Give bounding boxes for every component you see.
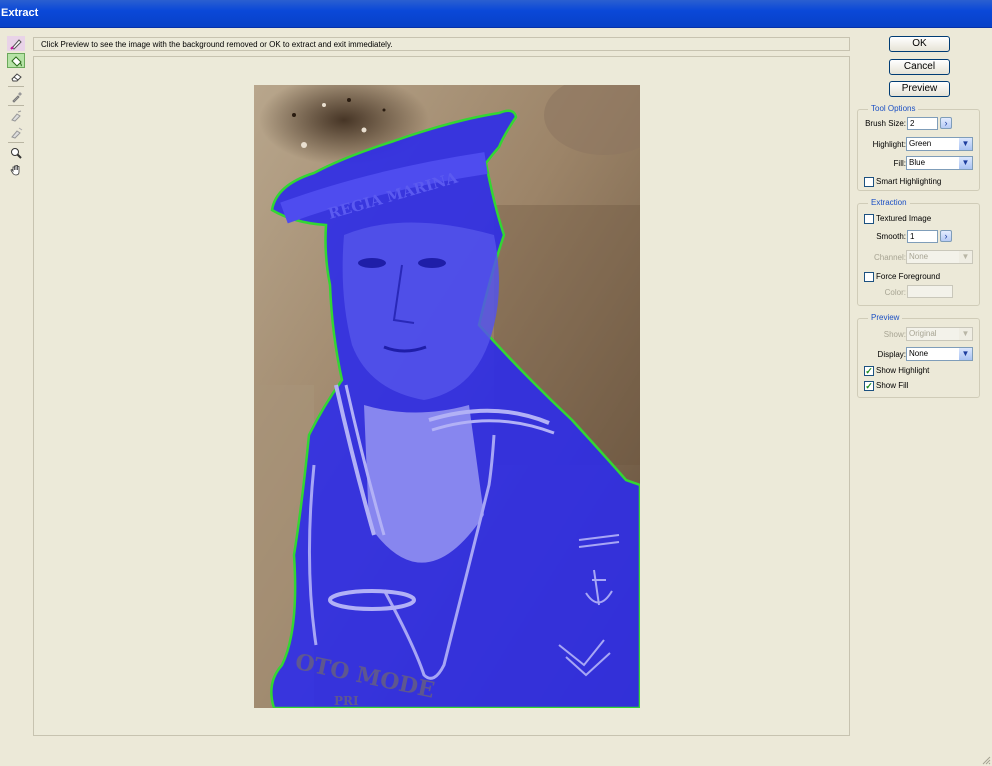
show-value: Original	[909, 329, 937, 338]
preview-canvas[interactable]: REGIA MARINA OTO MODE PRI	[33, 56, 850, 736]
toolbar-separator	[8, 105, 24, 106]
highlight-label: Highlight:	[872, 140, 906, 149]
smart-highlighting-checkbox[interactable]	[864, 177, 874, 187]
extraction-group: Extraction Textured Image Smooth: 1 › Ch…	[857, 198, 980, 306]
show-label: Show:	[883, 330, 906, 339]
edge-highlighter-icon[interactable]	[7, 36, 25, 51]
display-dropdown[interactable]: None ▼	[906, 347, 973, 361]
smooth-field[interactable]: 1	[907, 230, 938, 243]
show-fill-checkbox[interactable]: ✓	[864, 381, 874, 391]
window-title: Extract	[1, 7, 39, 19]
tool-options-title: Tool Options	[868, 104, 919, 113]
fill-bucket-icon[interactable]	[7, 53, 25, 68]
preview-group: Preview Show: Original ▼ Display: None ▼…	[857, 313, 980, 398]
force-foreground-checkbox[interactable]	[864, 272, 874, 282]
cancel-button[interactable]: Cancel	[889, 59, 950, 75]
smooth-label: Smooth:	[876, 232, 906, 241]
color-label: Color:	[884, 288, 906, 297]
extraction-title: Extraction	[868, 198, 910, 207]
force-foreground-label: Force Foreground	[876, 272, 941, 281]
toolbar-separator	[8, 142, 24, 143]
hand-icon[interactable]	[7, 162, 25, 177]
zoom-icon[interactable]	[7, 145, 25, 160]
chevron-down-icon: ▼	[959, 251, 972, 263]
eyedropper-icon[interactable]	[7, 89, 25, 104]
chevron-down-icon: ▼	[959, 157, 972, 169]
textured-image-label: Textured Image	[876, 214, 932, 223]
highlight-dropdown[interactable]: Green ▼	[906, 137, 973, 151]
toolbar-separator	[8, 86, 24, 87]
display-label: Display:	[877, 350, 906, 359]
ok-button[interactable]: OK	[889, 36, 950, 52]
chevron-down-icon: ▼	[959, 348, 972, 360]
show-dropdown[interactable]: Original ▼	[906, 327, 973, 341]
preview-button[interactable]: Preview	[889, 81, 950, 97]
brush-size-slider-button[interactable]: ›	[940, 117, 952, 129]
fill-label: Fill:	[893, 159, 906, 168]
channel-dropdown[interactable]: None ▼	[906, 250, 973, 264]
show-highlight-label: Show Highlight	[876, 366, 930, 375]
brush-size-field[interactable]: 2	[907, 117, 938, 130]
chevron-down-icon: ▼	[959, 328, 972, 340]
hint-bar: Click Preview to see the image with the …	[33, 37, 850, 51]
highlight-value: Green	[909, 139, 932, 148]
tool-options-group: Tool Options Brush Size: 2 › Highlight: …	[857, 104, 980, 191]
edge-touchup-icon[interactable]	[7, 125, 25, 140]
title-bar: Extract	[0, 0, 992, 28]
smooth-slider-button[interactable]: ›	[940, 230, 952, 242]
preview-title: Preview	[868, 313, 903, 322]
resize-grip-icon[interactable]	[981, 755, 991, 765]
hint-text: Click Preview to see the image with the …	[41, 40, 393, 49]
channel-label: Channel:	[873, 253, 906, 262]
fill-dropdown[interactable]: Blue ▼	[906, 156, 973, 170]
photo-image[interactable]: REGIA MARINA OTO MODE PRI	[254, 85, 640, 708]
show-highlight-checkbox[interactable]: ✓	[864, 366, 874, 376]
smart-highlighting-label: Smart Highlighting	[876, 177, 942, 186]
textured-image-checkbox[interactable]	[864, 214, 874, 224]
fill-value: Blue	[909, 158, 926, 167]
color-swatch[interactable]	[907, 285, 953, 298]
eraser-icon[interactable]	[7, 69, 25, 84]
show-fill-label: Show Fill	[876, 381, 909, 390]
channel-value: None	[909, 252, 929, 261]
cleanup-icon[interactable]	[7, 108, 25, 123]
chevron-down-icon: ▼	[959, 138, 972, 150]
display-value: None	[909, 349, 929, 358]
studio-stamp-city: PRI	[334, 694, 359, 708]
brush-size-label: Brush Size:	[865, 119, 906, 128]
